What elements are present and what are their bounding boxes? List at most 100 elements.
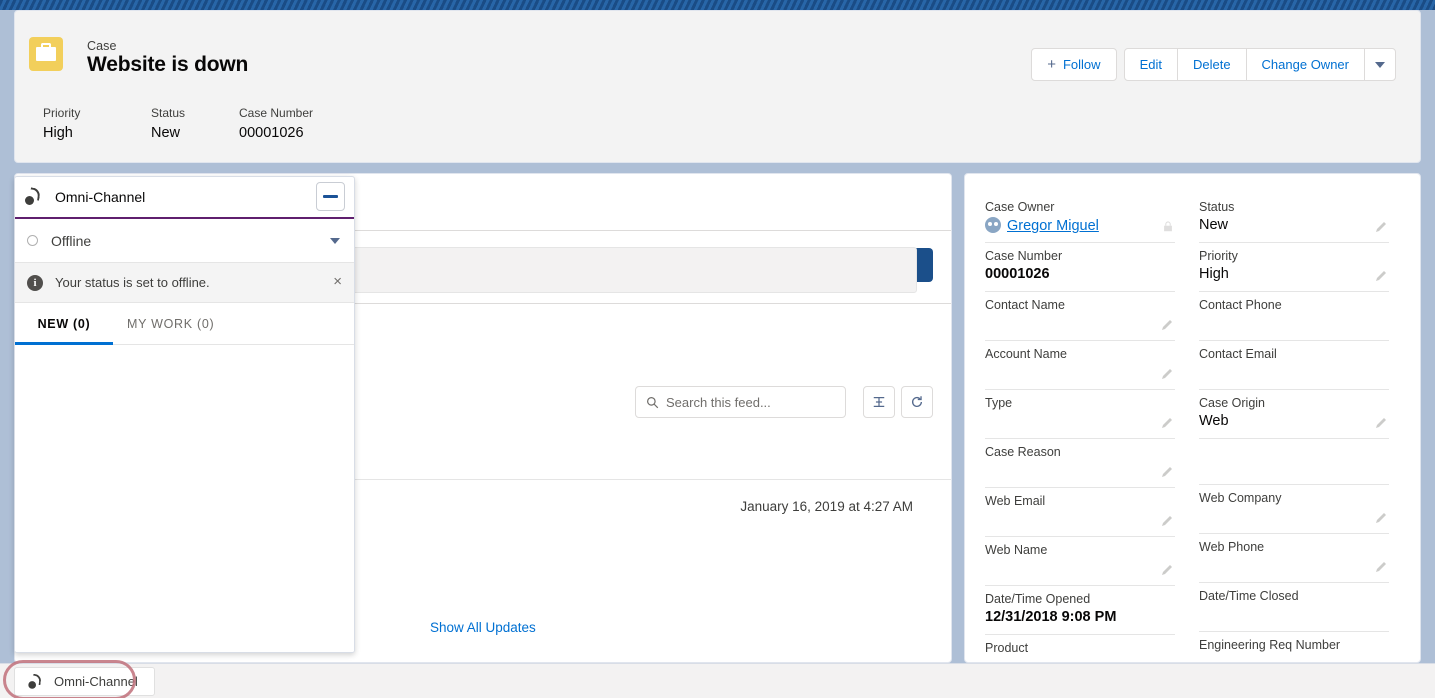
field-value: High: [1199, 266, 1389, 284]
field-value: [985, 315, 1175, 333]
highlight-value: 00001026: [239, 125, 313, 141]
avatar: [985, 217, 1001, 233]
info-icon: i: [27, 275, 43, 291]
field-value: Web: [1199, 413, 1389, 431]
sort-icon: [872, 395, 886, 409]
field-label: Case Owner: [985, 200, 1175, 214]
omni-status-notification: i Your status is set to offline. ×: [15, 263, 354, 303]
feed-toolbar: Search this feed...: [635, 386, 933, 418]
close-icon[interactable]: ×: [333, 274, 342, 289]
omni-work-list: [15, 345, 354, 653]
edit-pencil-icon[interactable]: [1161, 564, 1173, 576]
omni-channel-icon: [28, 674, 43, 689]
case-briefcase-icon: [29, 37, 63, 71]
highlight-value: New: [151, 125, 211, 141]
field-contact-name: Contact Name: [985, 292, 1175, 341]
field-value: [985, 413, 1175, 431]
chevron-down-icon: [330, 238, 340, 244]
search-feed-input[interactable]: Search this feed...: [635, 386, 846, 418]
field-account-name: Account Name: [985, 341, 1175, 390]
highlight-fields: Priority High Status New Case Number 000…: [15, 106, 1420, 141]
record-header: Case Website is down + Follow Edit Delet…: [14, 10, 1421, 163]
search-icon: [646, 396, 659, 409]
field-web-company: Web Company: [1199, 485, 1389, 534]
follow-button[interactable]: + Follow: [1031, 48, 1116, 81]
utility-item-omni-channel[interactable]: Omni-Channel: [14, 667, 155, 696]
edit-pencil-icon[interactable]: [1161, 466, 1173, 478]
record-actions: + Follow Edit Delete Change Owner: [1031, 48, 1396, 81]
field-label: Product: [985, 641, 1175, 655]
highlight-label: Priority: [43, 106, 123, 120]
highlight-field-case-number: Case Number 00001026: [211, 106, 313, 141]
edit-pencil-icon[interactable]: [1161, 515, 1173, 527]
omni-channel-panel-header[interactable]: Omni-Channel: [15, 177, 354, 219]
change-owner-button[interactable]: Change Owner: [1246, 48, 1365, 81]
edit-button[interactable]: Edit: [1124, 48, 1178, 81]
field-priority: Priority High: [1199, 243, 1389, 292]
detail-left-column: Case Owner Gregor Miguel Case Number 000…: [985, 194, 1175, 663]
detail-right-column: Status New Priority High Contact Phone C…: [1199, 194, 1389, 663]
omni-channel-icon-ball: [28, 681, 36, 689]
plus-icon: +: [1047, 56, 1056, 73]
follow-label: Follow: [1063, 57, 1101, 72]
global-nav-bar: [0, 0, 1435, 10]
show-all-updates-link[interactable]: Show All Updates: [430, 620, 536, 635]
highlight-field-priority: Priority High: [15, 106, 123, 141]
case-owner-link[interactable]: Gregor Miguel: [1007, 218, 1099, 234]
lock-icon: [1163, 221, 1173, 232]
edit-pencil-icon[interactable]: [1161, 368, 1173, 380]
field-value: [1199, 315, 1389, 333]
field-label: Web Email: [985, 494, 1175, 508]
app-screen: Case Website is down + Follow Edit Delet…: [0, 0, 1435, 698]
field-web-name: Web Name: [985, 537, 1175, 586]
field-label: Contact Phone: [1199, 298, 1389, 312]
field-contact-phone: Contact Phone: [1199, 292, 1389, 341]
field-label: Date/Time Closed: [1199, 589, 1389, 603]
status-circle-icon: [27, 235, 38, 246]
field-label: Web Phone: [1199, 540, 1389, 554]
field-engineering-req-number: Engineering Req Number: [1199, 632, 1389, 663]
field-label: Account Name: [985, 347, 1175, 361]
edit-pencil-icon[interactable]: [1161, 319, 1173, 331]
edit-pencil-icon[interactable]: [1375, 417, 1387, 429]
edit-pencil-icon[interactable]: [1375, 270, 1387, 282]
field-case-number: Case Number 00001026: [985, 243, 1175, 292]
minimize-button[interactable]: [316, 182, 345, 211]
chevron-down-icon: [1375, 62, 1385, 68]
field-value: 12/31/2018 9:08 PM: [985, 609, 1175, 627]
omni-status-selector[interactable]: Offline: [15, 219, 354, 263]
tab-new[interactable]: NEW (0): [15, 303, 113, 344]
field-status: Status New: [1199, 194, 1389, 243]
edit-pencil-icon[interactable]: [1161, 417, 1173, 429]
edit-pencil-icon[interactable]: [1375, 221, 1387, 233]
field-label: Case Reason: [985, 445, 1175, 459]
field-value: [1199, 508, 1389, 526]
field-label: Status: [1199, 200, 1389, 214]
refresh-icon: [910, 395, 924, 409]
edit-pencil-icon[interactable]: [1375, 561, 1387, 573]
omni-work-tabs: NEW (0) MY WORK (0): [15, 303, 354, 345]
field-label: Contact Email: [1199, 347, 1389, 361]
feed-refresh-button[interactable]: [901, 386, 933, 418]
feed-sort-button[interactable]: [863, 386, 895, 418]
field-datetime-closed: Date/Time Closed: [1199, 583, 1389, 632]
minimize-icon: [323, 195, 338, 198]
omni-channel-icon: [25, 188, 43, 206]
utility-item-label: Omni-Channel: [54, 674, 138, 689]
highlight-label: Case Number: [239, 106, 313, 120]
object-label: Case: [87, 39, 117, 53]
page-title: Website is down: [87, 53, 248, 77]
field-product: Product: [985, 635, 1175, 663]
tab-my-work[interactable]: MY WORK (0): [113, 303, 228, 344]
field-value: [985, 462, 1175, 480]
more-actions-button[interactable]: [1364, 48, 1396, 81]
edit-pencil-icon[interactable]: [1375, 512, 1387, 524]
field-value: [985, 560, 1175, 578]
omni-channel-icon-ball: [25, 196, 34, 205]
field-value: Gregor Miguel: [985, 217, 1175, 235]
global-nav-hatch: [0, 0, 1435, 10]
highlight-value: High: [43, 125, 123, 141]
field-case-reason: Case Reason: [985, 439, 1175, 488]
delete-button[interactable]: Delete: [1177, 48, 1247, 81]
field-case-origin: Case Origin Web: [1199, 390, 1389, 439]
